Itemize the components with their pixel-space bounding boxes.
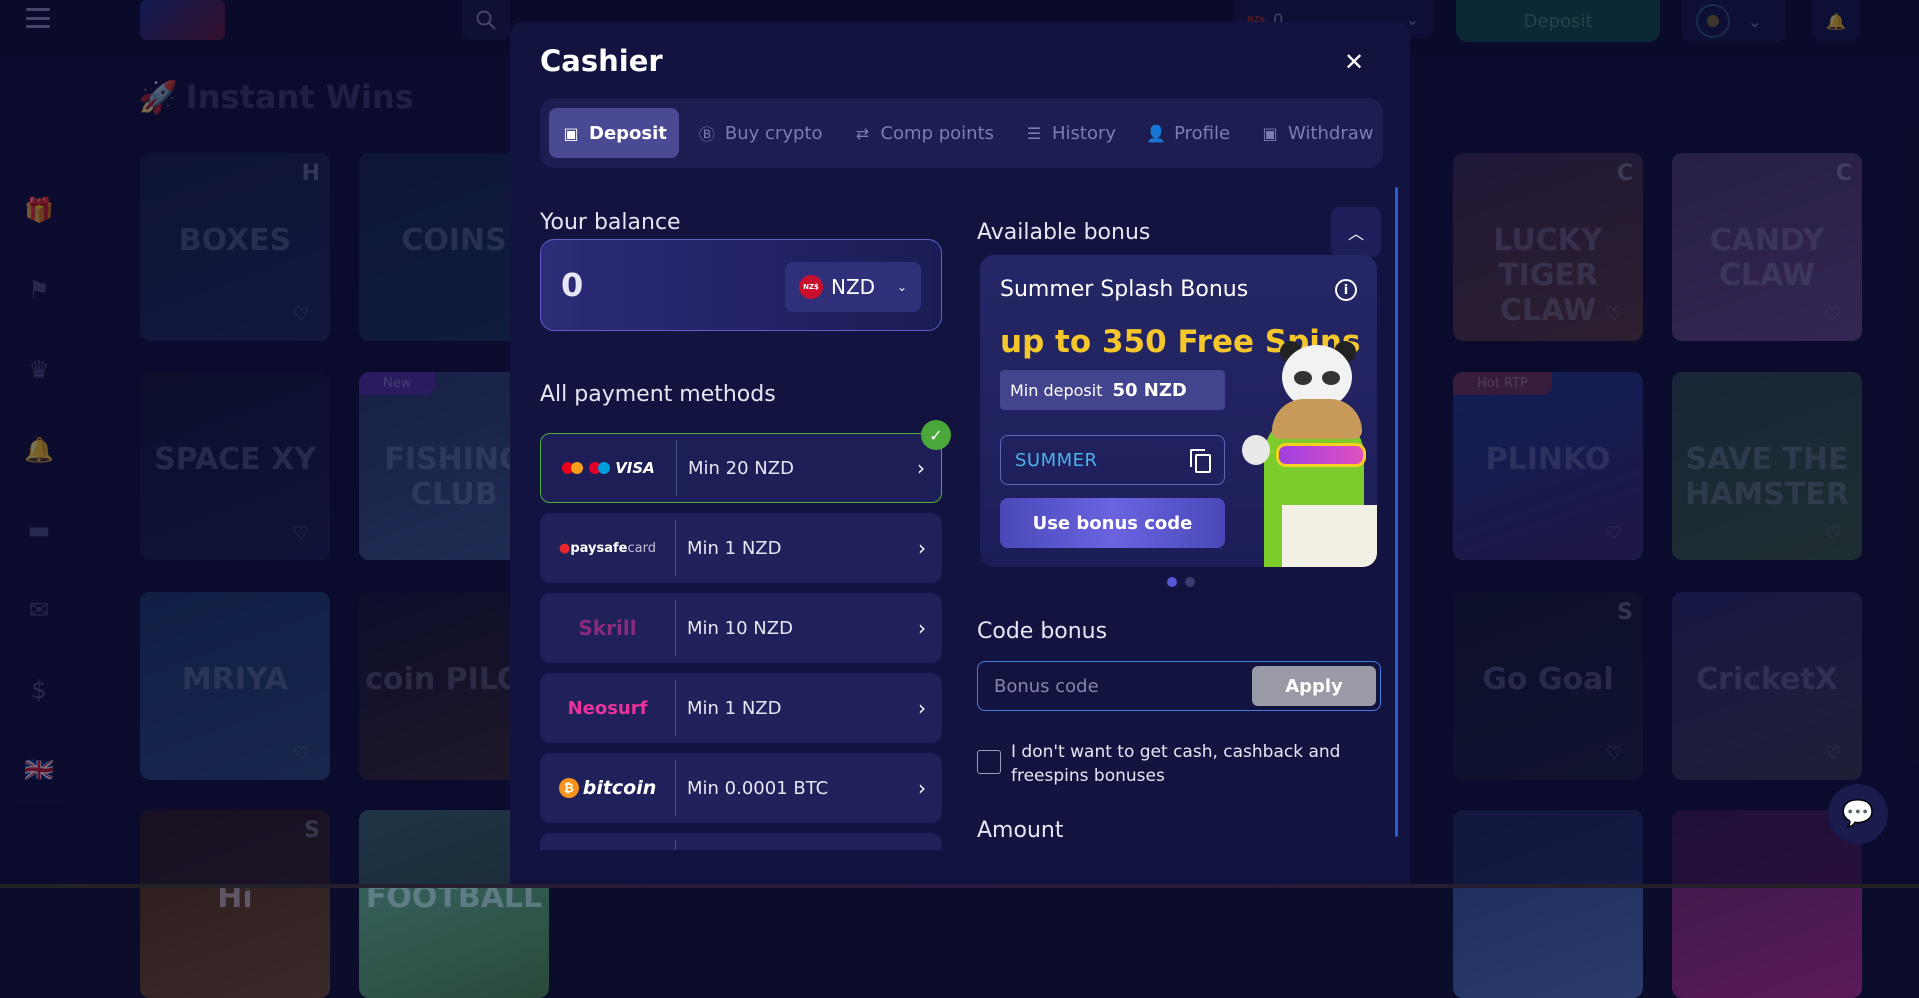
tab-deposit[interactable]: ▣ Deposit [549, 108, 679, 158]
currency-select[interactable]: NZ$ NZD ⌄ [785, 262, 921, 312]
bonus-name: Summer Splash Bonus [1000, 277, 1248, 302]
payment-methods-label: All payment methods [540, 382, 776, 407]
collapse-bonus-button[interactable]: ︿ [1331, 207, 1381, 257]
wallet-icon: ▣ [561, 124, 581, 143]
deposit-right-column: Available bonus ︿ Summer Splash Bonus i … [977, 182, 1381, 850]
payment-min: Min 20 NZD [677, 458, 901, 479]
carousel-dot[interactable] [1167, 577, 1177, 587]
tab-withdraw[interactable]: ▣ Withdraw [1248, 108, 1385, 158]
payment-method-card[interactable]: VISA Min 20 NZD › ✓ [540, 433, 942, 503]
bonus-code-text: SUMMER [1015, 450, 1098, 471]
bonus-code-input[interactable] [978, 662, 1252, 710]
no-bonus-checkbox[interactable] [977, 750, 1001, 774]
no-bonus-label: I don't want to get cash, cashback and f… [1011, 740, 1361, 788]
chevron-right-icon: › [902, 776, 942, 800]
payment-min: Min 0.0001 BTC [676, 778, 902, 799]
check-icon: ✓ [921, 420, 951, 450]
bonus-code-display: SUMMER [1000, 435, 1225, 485]
wallet-icon: ▣ [1260, 124, 1280, 143]
available-bonus-label: Available bonus [977, 220, 1150, 245]
carousel-dots [1167, 577, 1195, 587]
close-button[interactable]: ✕ [1340, 48, 1368, 76]
tab-profile[interactable]: 👤 Profile [1134, 108, 1242, 158]
visa-mastercard-logo: VISA [541, 440, 677, 496]
close-icon: ✕ [1344, 48, 1364, 76]
min-deposit-badge: Min deposit 50 NZD [1000, 370, 1225, 410]
bitcoin-icon: ₿ [559, 778, 579, 798]
neosurf-logo: Neosurf [540, 680, 676, 736]
carousel-dot[interactable] [1185, 577, 1195, 587]
chevron-right-icon: › [902, 696, 942, 720]
payment-min: Min 10 NZD [676, 618, 902, 639]
payment-min: Min 1 NZD [676, 698, 902, 719]
chevron-up-icon: ︿ [1348, 220, 1364, 244]
payment-method-bitcoin[interactable]: ₿bitcoin Min 0.0001 BTC › [540, 753, 942, 823]
cashier-content: Your balance 0 NZ$ NZD ⌄ All payment met… [540, 182, 1410, 850]
balance-box: 0 NZ$ NZD ⌄ [540, 239, 942, 331]
payment-method-paysafecard[interactable]: ●paysafecard Min 1 NZD › [540, 513, 942, 583]
user-icon: 👤 [1146, 124, 1166, 143]
bitcoincash-logo: ₿BitcoinCash [540, 840, 676, 850]
cashier-modal: Cashier ✕ ▣ Deposit Ⓑ Buy crypto ⇄ Comp … [510, 22, 1410, 888]
chat-icon: 💬 [1842, 799, 1874, 829]
bonus-card: Summer Splash Bonus i up to 350 Free Spi… [980, 255, 1377, 567]
skrill-logo: Skrill [540, 600, 676, 656]
paysafecard-logo: ●paysafecard [540, 520, 676, 576]
document-icon: ☰ [1024, 124, 1044, 143]
code-bonus-label: Code bonus [977, 619, 1107, 644]
currency-code: NZD [831, 275, 875, 299]
chevron-right-icon: › [901, 456, 941, 480]
copy-icon[interactable] [1190, 449, 1210, 471]
chevron-down-icon: ⌄ [897, 280, 907, 294]
chat-button[interactable]: 💬 [1828, 784, 1888, 844]
nzd-currency-icon: NZ$ [799, 275, 823, 299]
use-bonus-code-button[interactable]: Use bonus code [1000, 498, 1225, 548]
payment-method-skrill[interactable]: Skrill Min 10 NZD › [540, 593, 942, 663]
code-bonus-field: Apply [977, 661, 1381, 711]
bonus-mascot-image [1242, 345, 1377, 567]
balance-value: 0 [561, 266, 583, 304]
casino-page: NZ$ 0 ⌄ Deposit ⌄ 🔔 🎁 ⚑ ♛ 🔔 ▬ ✉ $ 🇬🇧 🚀 I… [0, 0, 1919, 888]
bottom-strip [0, 884, 1919, 888]
no-bonus-option: I don't want to get cash, cashback and f… [977, 740, 1361, 788]
balance-label: Your balance [540, 210, 681, 235]
info-icon[interactable]: i [1335, 279, 1357, 301]
cashier-tabs: ▣ Deposit Ⓑ Buy crypto ⇄ Comp points ☰ H… [540, 98, 1383, 168]
scrollbar[interactable] [1395, 187, 1398, 837]
tab-history[interactable]: ☰ History [1012, 108, 1128, 158]
tab-buy-crypto[interactable]: Ⓑ Buy crypto [685, 108, 835, 158]
exchange-icon: ⇄ [852, 124, 872, 143]
payment-min: Min 1 NZD [676, 538, 902, 559]
tab-comp-points[interactable]: ⇄ Comp points [840, 108, 1006, 158]
payment-method-neosurf[interactable]: Neosurf Min 1 NZD › [540, 673, 942, 743]
payment-method-bitcoincash[interactable]: ₿BitcoinCash Min 0.001 BCH › [540, 833, 942, 850]
apply-button[interactable]: Apply [1252, 666, 1376, 706]
chevron-right-icon: › [902, 616, 942, 640]
chevron-right-icon: › [902, 536, 942, 560]
bitcoin-logo: ₿bitcoin [540, 760, 676, 816]
bitcoin-icon: Ⓑ [697, 121, 717, 145]
modal-title: Cashier [540, 44, 663, 78]
amount-label: Amount [977, 818, 1063, 843]
